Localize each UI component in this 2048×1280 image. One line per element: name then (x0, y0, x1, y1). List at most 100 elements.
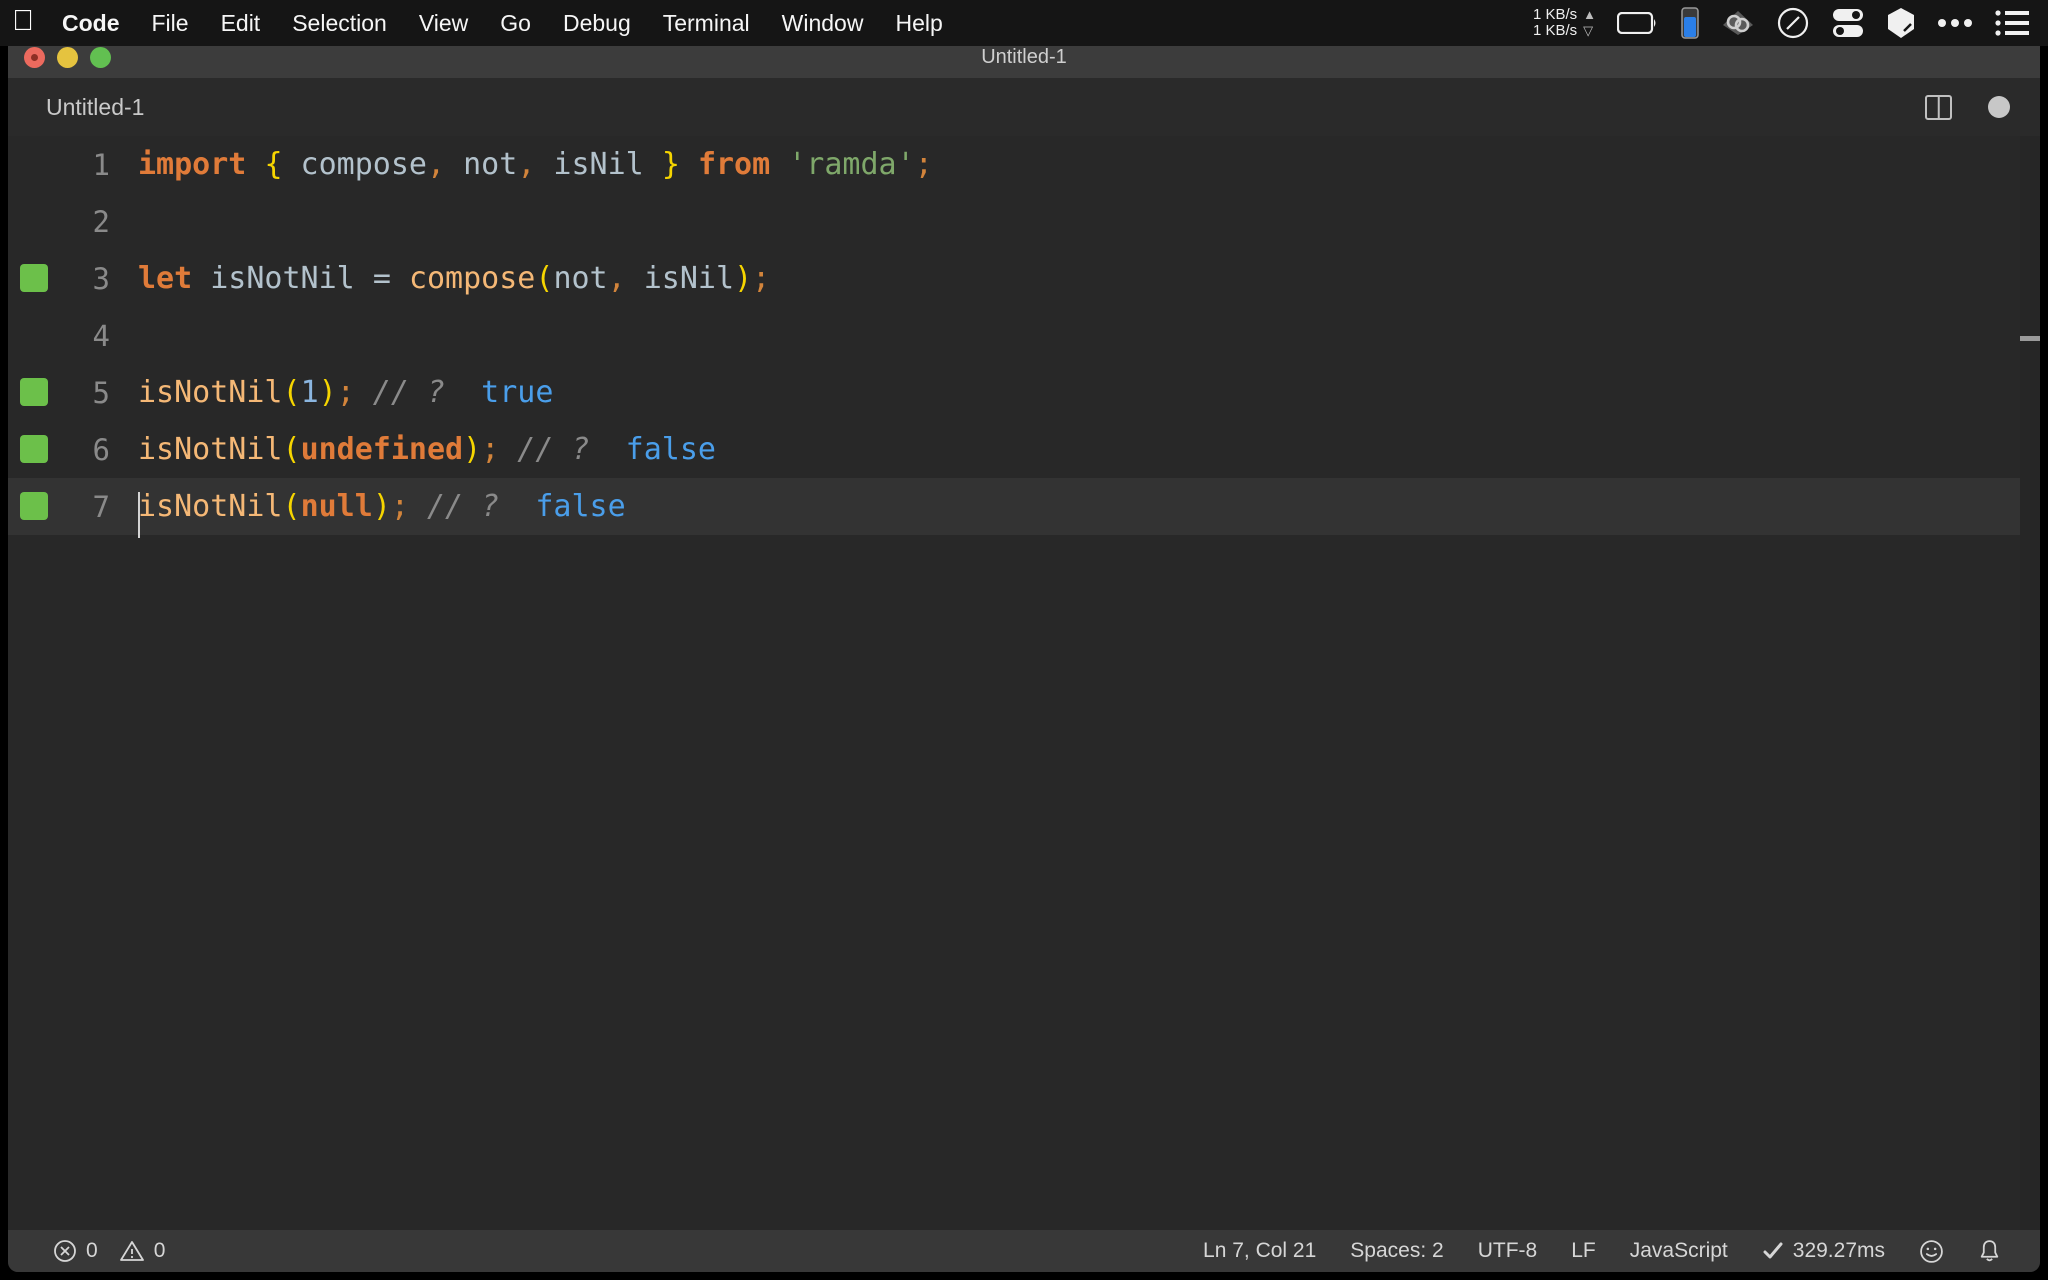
menu-item-debug[interactable]: Debug (547, 0, 647, 46)
list-menu-icon[interactable] (1984, 0, 2040, 46)
token-func: isNotNil (138, 489, 283, 524)
run-duration: 329.27ms (1792, 1239, 1885, 1262)
quokka-coverage-marker (20, 264, 48, 292)
menu-item-selection[interactable]: Selection (276, 0, 403, 46)
status-bar: 0 0 Ln 7, Col 21 Spaces: 2 UTF-8 LF Java… (8, 1230, 2040, 1272)
token-brace: ) (734, 261, 753, 296)
token-kw: from (697, 147, 771, 182)
bell-icon (1978, 1239, 2001, 1264)
tab-label: Untitled-1 (46, 93, 145, 120)
menu-item-help[interactable]: Help (879, 0, 958, 46)
cloud-sync-icon[interactable] (1710, 0, 1766, 46)
quokka-coverage-marker (20, 378, 48, 406)
macos-menu-bar:  Code File Edit Selection View Go Debug… (0, 0, 2048, 46)
token-brace: ) (463, 432, 482, 467)
token-op: = (372, 261, 391, 296)
scrollbar-thumb[interactable] (2020, 336, 2040, 341)
tab-untitled-1[interactable]: Untitled-1 (8, 78, 169, 136)
blue-meter-icon[interactable] (1670, 0, 1710, 46)
minimize-window-button[interactable] (57, 46, 78, 68)
code-line-1[interactable]: 1 import { compose, not, isNil } from 'ra… (8, 136, 2040, 193)
status-bar-left: 0 0 (8, 1230, 182, 1272)
menu-item-go[interactable]: Go (484, 0, 547, 46)
menu-item-terminal[interactable]: Terminal (647, 0, 766, 46)
token-kw: let (138, 261, 193, 296)
problems-status[interactable]: 0 0 (36, 1230, 182, 1272)
network-speed-indicator[interactable]: 1 KB/s 1 KB/s ▲ ▽ (1523, 7, 1606, 39)
token-var: not (553, 261, 608, 296)
toggles-icon[interactable] (1820, 0, 1876, 46)
cursor-position-status[interactable]: Ln 7, Col 21 (1186, 1230, 1333, 1272)
menu-item-code[interactable]: Code (46, 0, 136, 46)
smiley-icon (1919, 1239, 1944, 1264)
token-punc: ; (481, 432, 500, 467)
encoding-status[interactable]: UTF-8 (1461, 1230, 1555, 1272)
token-punc: ; (336, 375, 355, 410)
maximize-window-button[interactable] (90, 46, 111, 68)
battery-icon[interactable] (1606, 0, 1670, 46)
close-window-button[interactable] (24, 46, 45, 68)
token-op (391, 261, 409, 296)
editor-tab-bar: Untitled-1 (8, 78, 2040, 136)
menu-bar-items:  Code File Edit Selection View Go Debug… (0, 0, 959, 46)
status-bar-right: Ln 7, Col 21 Spaces: 2 UTF-8 LF JavaScri… (1186, 1230, 2040, 1272)
token-punc: ; (914, 147, 933, 182)
apple-logo-icon[interactable]:  (0, 0, 46, 46)
notifications-button[interactable] (1961, 1230, 2018, 1272)
token-func: compose (408, 261, 536, 296)
code-line-6[interactable]: 6 isNotNil(undefined); // ? false (8, 421, 2040, 478)
token-brace: ( (282, 375, 301, 410)
feedback-button[interactable] (1902, 1230, 1961, 1272)
split-editor-icon[interactable] (1925, 94, 1952, 120)
language-mode-status[interactable]: JavaScript (1613, 1230, 1745, 1272)
ellipsis-icon[interactable] (1926, 0, 1984, 46)
menu-item-file[interactable]: File (136, 0, 205, 46)
indentation-status[interactable]: Spaces: 2 (1333, 1230, 1460, 1272)
code-line-text: isNotNil(1); // ? true (138, 375, 553, 410)
token-comment: // ? (499, 432, 590, 467)
warning-count: 0 (153, 1239, 166, 1262)
line-number: 2 (92, 204, 110, 239)
menu-item-window[interactable]: Window (766, 0, 880, 46)
code-editor[interactable]: 1 import { compose, not, isNil } from 'ra… (8, 136, 2040, 1230)
unsaved-dot-icon[interactable] (1988, 96, 2010, 118)
error-circle-icon (53, 1239, 77, 1263)
bookmark-icon[interactable] (1876, 0, 1926, 46)
token-punc: ; (752, 261, 771, 296)
quokka-run-status[interactable]: 329.27ms (1745, 1230, 1902, 1272)
code-line-7[interactable]: 7 isNotNil(null); // ? false (8, 478, 2040, 538)
token-punc: , (427, 147, 446, 182)
token-string: 'ramda' (788, 147, 915, 182)
token-op (246, 147, 264, 182)
quokka-coverage-marker (20, 492, 48, 520)
token-brace: ( (282, 432, 301, 467)
network-upload-speed: 1 KB/s (1532, 6, 1578, 23)
checkmark-icon (1762, 1241, 1784, 1261)
token-num: 1 (300, 375, 319, 410)
network-arrows-icon: ▲ ▽ (1583, 7, 1596, 38)
token-punc: , (607, 261, 626, 296)
token-const: null (300, 489, 373, 524)
do-not-disturb-icon[interactable] (1766, 0, 1820, 46)
code-line-5[interactable]: 5 isNotNil(1); // ? true (8, 364, 2040, 421)
token-result: false (589, 432, 716, 467)
token-brace: { (264, 147, 283, 182)
token-punc: ; (390, 489, 409, 524)
eol-status[interactable]: LF (1554, 1230, 1613, 1272)
token-brace: ) (318, 375, 337, 410)
editor-actions (1925, 78, 2010, 136)
menu-bar-status-tray: 1 KB/s 1 KB/s ▲ ▽ (1523, 0, 2040, 46)
quokka-coverage-marker (20, 435, 48, 463)
code-line-3[interactable]: 3 let isNotNil = compose(not, isNil); (8, 250, 2040, 307)
editor-vertical-scrollbar[interactable] (2020, 136, 2040, 1230)
token-brace: ( (282, 489, 301, 524)
line-number: 1 (92, 147, 110, 182)
menu-item-view[interactable]: View (403, 0, 484, 46)
token-kw: import (138, 147, 247, 182)
token-result: false (499, 489, 626, 524)
menu-item-edit[interactable]: Edit (205, 0, 277, 46)
code-line-2[interactable]: 2 (8, 193, 2040, 250)
code-line-4[interactable]: 4 (8, 307, 2040, 364)
token-brace: ( (535, 261, 554, 296)
vscode-window: Untitled-1 Untitled-1 1 import { compose,… (8, 36, 2040, 1272)
